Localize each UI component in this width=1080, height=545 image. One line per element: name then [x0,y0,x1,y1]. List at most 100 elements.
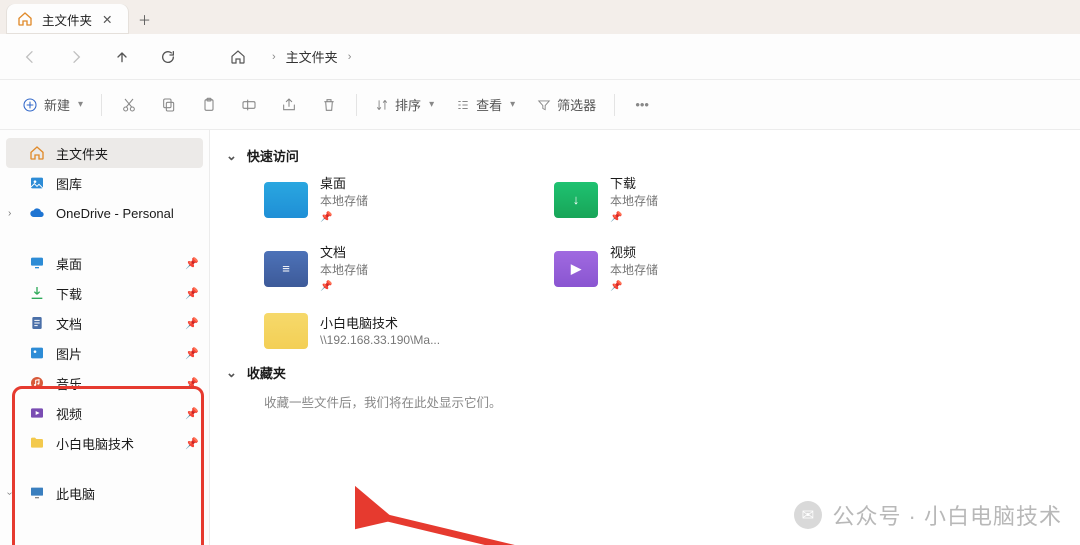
refresh-button[interactable] [152,41,184,73]
favorites-empty-hint: 收藏一些文件后，我们将在此处显示它们。 [264,392,1066,411]
sidebar-item-music[interactable]: 音乐 📌 [0,368,209,398]
nav-bar: › 主文件夹 › [0,34,1080,80]
download-icon [28,284,46,302]
chevron-down-icon: ▾ [429,99,434,110]
item-downloads[interactable]: ↓ 下载本地存储📌 [554,175,804,224]
chevron-down-icon: ⌄ [226,365,237,381]
section-title: 快速访问 [247,146,299,165]
doc-icon [28,314,46,332]
folder-documents-icon: ≡ [264,251,308,287]
folder-downloads-icon: ↓ [554,182,598,218]
section-favorites[interactable]: ⌄ 收藏夹 [226,363,1066,382]
chevron-right-icon: › [272,51,276,63]
new-label: 新建 [44,95,70,114]
chevron-right-icon: › [348,51,352,63]
more-button[interactable]: ••• [625,88,659,122]
folder-videos-icon: ▶ [554,251,598,287]
sidebar: 主文件夹 图库 › OneDrive - Personal 桌面 📌 下载 📌 [0,130,210,545]
tab-close-icon[interactable]: ✕ [100,12,114,27]
sidebar-item-label: 视频 [56,404,82,423]
pin-icon: 📌 [185,407,199,420]
image-icon [28,174,46,192]
item-videos[interactable]: ▶ 视频本地存储📌 [554,244,804,293]
copy-button[interactable] [152,88,186,122]
sidebar-item-pictures[interactable]: 图片 📌 [0,338,209,368]
forward-button[interactable] [60,41,92,73]
paste-button[interactable] [192,88,226,122]
sidebar-item-label: 主文件夹 [56,144,108,163]
chevron-right-icon[interactable]: › [8,208,11,219]
image-icon [28,344,46,362]
watermark: ✉ 公众号 · 小白电脑技术 [794,499,1062,531]
new-tab-button[interactable]: ＋ [129,4,161,34]
sidebar-item-label: 音乐 [56,374,82,393]
new-button[interactable]: 新建 ▾ [14,88,91,122]
home-icon [28,144,46,162]
pin-icon: 📌 [185,257,199,270]
tab-title: 主文件夹 [42,10,92,29]
crumb-home[interactable]: 主文件夹 [286,47,338,66]
view-label: 查看 [476,95,502,114]
chevron-down-icon[interactable]: › [4,491,15,494]
sidebar-item-other[interactable]: 小白电脑技术 📌 [0,428,209,458]
sidebar-item-label: 桌面 [56,254,82,273]
item-desktop[interactable]: 桌面本地存储📌 [264,175,514,224]
item-network-folder[interactable]: 小白电脑技术\\192.168.33.190\Ma... [264,313,514,349]
section-title: 收藏夹 [247,363,286,382]
sidebar-item-label: 小白电脑技术 [56,434,134,453]
sidebar-item-label: OneDrive - Personal [56,206,174,221]
tab-home[interactable]: 主文件夹 ✕ [6,4,129,34]
breadcrumb[interactable]: › 主文件夹 › [272,47,351,66]
sidebar-item-desktop[interactable]: 桌面 📌 [0,248,209,278]
ellipsis-icon: ••• [635,97,649,112]
sidebar-item-label: 此电脑 [56,484,95,503]
folder-icon [264,313,308,349]
tab-strip: 主文件夹 ✕ ＋ [0,0,1080,34]
sidebar-item-label: 文档 [56,314,82,333]
quick-access-grid: 桌面本地存储📌 ↓ 下载本地存储📌 ≡ 文档本地存储📌 ▶ 视频本地存储📌 小白… [264,175,1066,349]
sidebar-item-videos[interactable]: 视频 📌 [0,398,209,428]
content-pane: ⌄ 快速访问 桌面本地存储📌 ↓ 下载本地存储📌 ≡ 文档本地存储📌 ▶ 视频本… [210,130,1080,545]
desktop-icon [28,254,46,272]
item-documents[interactable]: ≡ 文档本地存储📌 [264,244,514,293]
monitor-icon [28,484,46,502]
sidebar-item-thispc[interactable]: › 此电脑 [0,478,209,508]
sidebar-item-documents[interactable]: 文档 📌 [0,308,209,338]
delete-button[interactable] [312,88,346,122]
cut-button[interactable] [112,88,146,122]
filter-label: 筛选器 [557,95,596,114]
video-icon [28,404,46,422]
sidebar-item-gallery[interactable]: 图库 [0,168,209,198]
sidebar-item-home[interactable]: 主文件夹 [6,138,203,168]
music-icon [28,374,46,392]
rename-button[interactable] [232,88,266,122]
pin-icon: 📌 [320,211,368,225]
filter-button[interactable]: 筛选器 [529,88,604,122]
cloud-icon [28,204,46,222]
sort-button[interactable]: 排序 ▾ [367,88,442,122]
wechat-icon: ✉ [794,501,822,529]
pin-icon: 📌 [185,287,199,300]
share-button[interactable] [272,88,306,122]
sidebar-item-label: 图片 [56,344,82,363]
chevron-down-icon: ⌄ [226,148,237,164]
sidebar-item-downloads[interactable]: 下载 📌 [0,278,209,308]
sort-label: 排序 [395,95,421,114]
up-button[interactable] [106,41,138,73]
home-nav-icon[interactable] [222,41,254,73]
toolbar: 新建 ▾ 排序 ▾ 查看 ▾ 筛选器 ••• [0,80,1080,130]
pin-icon: 📌 [610,280,658,294]
folder-icon [28,434,46,452]
view-button[interactable]: 查看 ▾ [448,88,523,122]
pin-icon: 📌 [610,211,658,225]
pin-icon: 📌 [320,280,368,294]
watermark-text: 公众号 · 小白电脑技术 [832,499,1062,531]
back-button[interactable] [14,41,46,73]
home-icon [16,10,34,28]
section-quick-access[interactable]: ⌄ 快速访问 [226,146,1066,165]
pin-icon: 📌 [185,347,199,360]
chevron-down-icon: ▾ [510,99,515,110]
chevron-down-icon: ▾ [78,99,83,110]
sidebar-item-onedrive[interactable]: › OneDrive - Personal [0,198,209,228]
folder-desktop-icon [264,182,308,218]
